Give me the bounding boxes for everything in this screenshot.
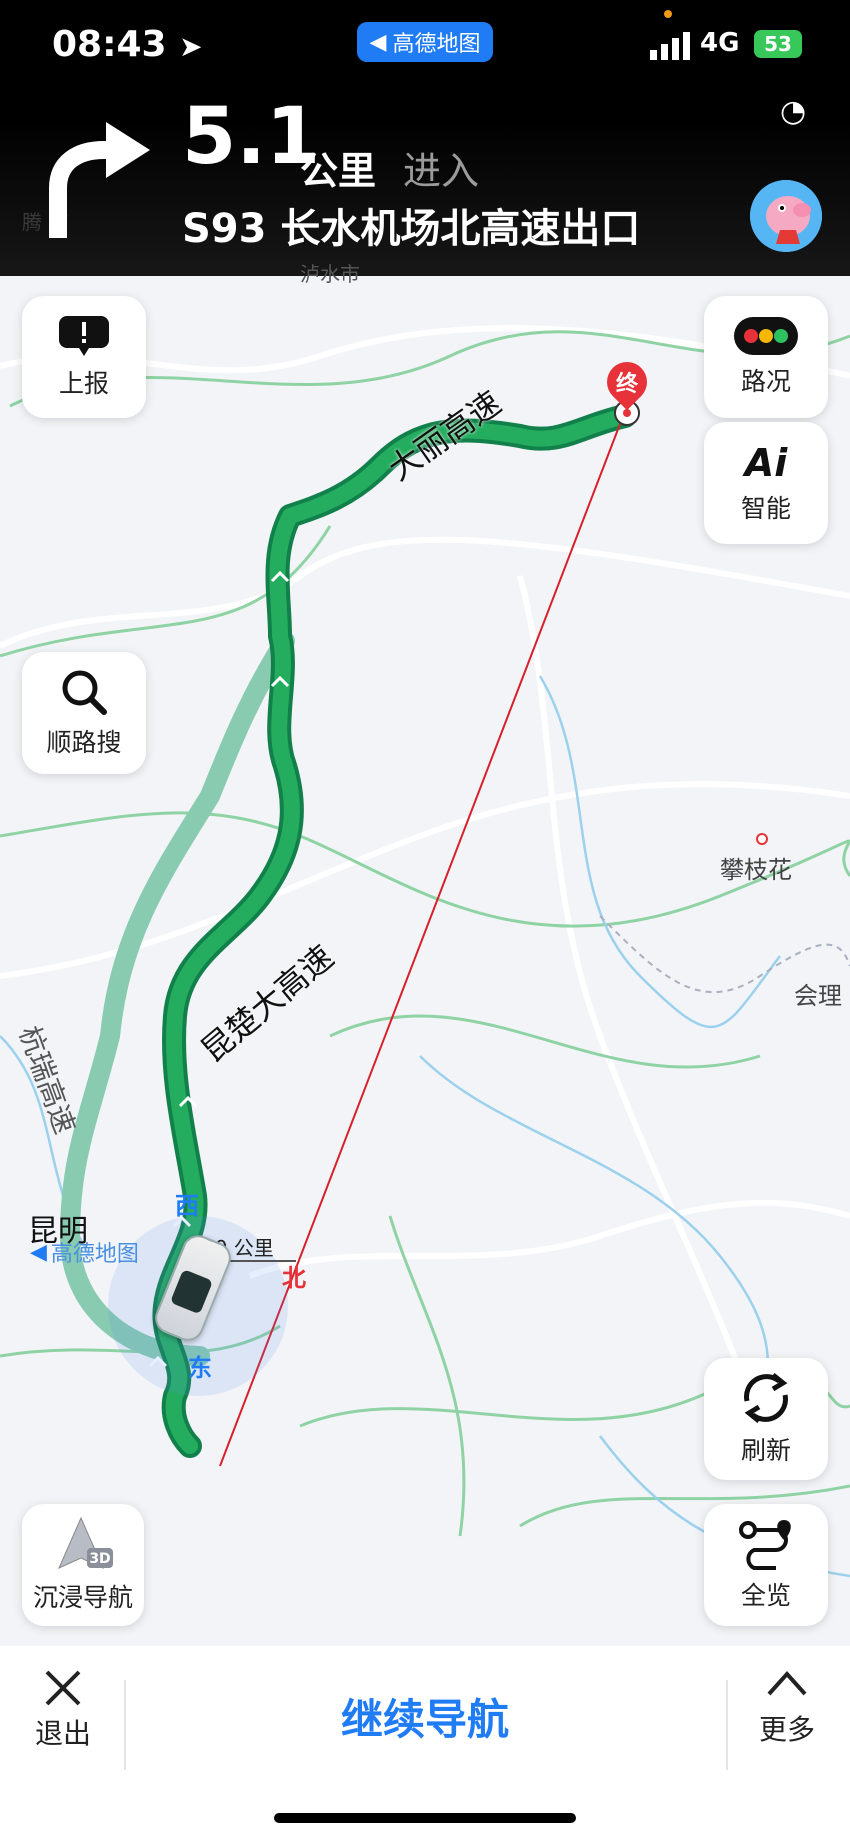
action-text: 进入 — [403, 149, 480, 193]
cellular-signal-icon — [650, 32, 690, 60]
road-name: S93 长水机场北高速出口 — [182, 206, 641, 252]
nav-header: 腾 市 泸水市 08:43 ➤ ◀ 高德地图 4G 53 ◔ 5.1 公里 进入… — [0, 0, 850, 286]
compass-east: 东 — [188, 1354, 212, 1382]
ai-button[interactable]: Ai 智能 — [704, 422, 828, 544]
distance-unit: 公里 — [300, 149, 377, 193]
status-time: 08:43 ➤ — [52, 24, 203, 65]
header-map-label: 泸水市 — [300, 262, 360, 286]
report-button[interactable]: 上报 — [22, 296, 146, 418]
road-line — [517, 575, 783, 1478]
voice-broadcast-icon[interactable]: ◔ — [780, 94, 806, 129]
app-badge[interactable]: ◀ 高德地图 — [357, 22, 493, 62]
traffic-label: 路况 — [740, 367, 791, 396]
highway-line — [388, 1215, 466, 1537]
destination-marker-label: 终 — [615, 372, 638, 397]
location-arrow-icon: ➤ — [179, 30, 203, 63]
traffic-button[interactable]: 路况 — [704, 296, 828, 418]
battery-indicator: 53 — [754, 30, 802, 58]
divider — [124, 1680, 126, 1770]
search-along-label: 顺路搜 — [46, 728, 122, 757]
ai-label: 智能 — [740, 494, 791, 523]
close-icon — [45, 1670, 81, 1706]
place-dot — [756, 833, 768, 845]
avatar[interactable] — [750, 180, 822, 252]
home-indicator[interactable] — [274, 1813, 576, 1823]
time-text: 08:43 — [52, 24, 167, 65]
overview-button[interactable]: 全览 — [704, 1504, 828, 1626]
compass-north: 北 — [282, 1264, 306, 1292]
place-label-huili: 会理 — [794, 982, 842, 1010]
more-button[interactable]: 更多 — [752, 1668, 822, 1748]
immersive-nav-button[interactable]: 3D 沉浸导航 — [22, 1504, 144, 1626]
more-label: 更多 — [758, 1713, 815, 1746]
exit-label: 退出 — [34, 1717, 91, 1750]
refresh-label: 刷新 — [740, 1436, 791, 1465]
search-icon — [62, 670, 107, 715]
immersive-label: 沉浸导航 — [32, 1583, 133, 1612]
route-overview-icon — [739, 1520, 791, 1570]
place-label-panzhihua: 攀枝花 — [720, 856, 792, 884]
exit-button[interactable]: 退出 — [30, 1668, 96, 1752]
watermark-text: 高德地图 — [50, 1242, 139, 1267]
refresh-icon — [744, 1373, 788, 1423]
3d-badge: 3D — [89, 1551, 110, 1567]
network-type: 4G — [700, 28, 740, 58]
compass-west: 西 — [175, 1192, 199, 1220]
map-view[interactable]: 终 大丽高速 昆楚大高速 杭瑞高速 丽江 攀枝花 会理 昆明 西 北 东 ◀ 高… — [0, 276, 850, 1646]
continue-navigation-button[interactable]: 继续导航 — [280, 1686, 570, 1747]
chevron-up-icon — [767, 1671, 807, 1696]
3d-arrow-icon: 3D — [58, 1516, 113, 1569]
divider — [726, 1680, 728, 1770]
turn-right-arrow-icon — [49, 122, 150, 238]
gaode-logo-icon: ◀ — [30, 1239, 47, 1265]
search-along-button[interactable]: 顺路搜 — [22, 652, 146, 774]
report-label: 上报 — [58, 369, 109, 398]
map-watermark: ◀ 高德地图 — [30, 1236, 139, 1268]
overview-label: 全览 — [740, 1581, 791, 1610]
report-icon — [59, 316, 109, 356]
app-badge-label: 高德地图 — [392, 32, 481, 57]
peppa-avatar-icon — [750, 180, 822, 252]
gaode-logo-icon: ◀ — [369, 29, 387, 55]
ai-icon: Ai — [744, 441, 788, 485]
road-line — [248, 1199, 850, 1279]
refresh-button[interactable]: 刷新 — [704, 1358, 828, 1480]
traffic-light-icon — [734, 317, 798, 355]
privacy-dot — [664, 10, 672, 18]
